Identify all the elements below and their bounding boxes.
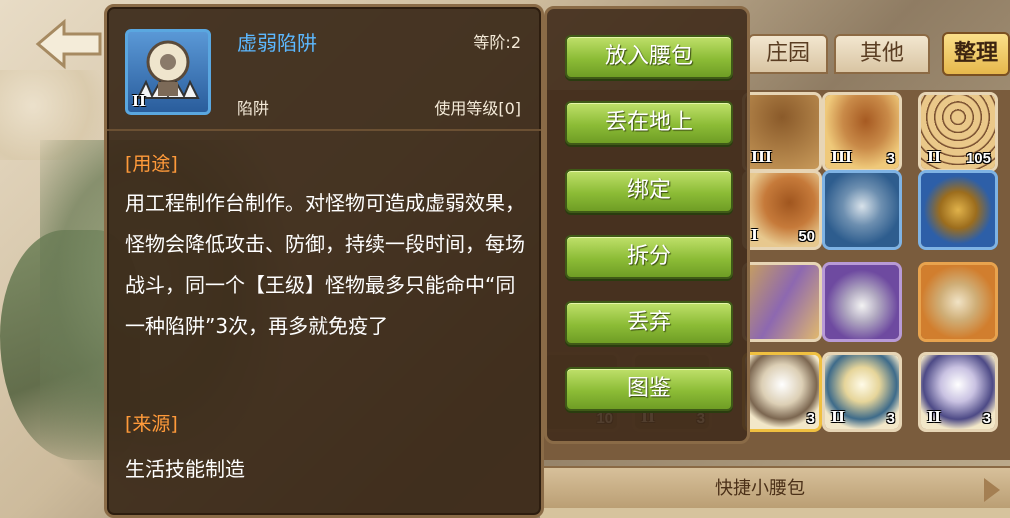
tab-other[interactable]: 其他: [834, 34, 930, 74]
usage-title: [用途]: [125, 153, 178, 175]
action-menu: 放入腰包 丢在地上 绑定 拆分 丢弃 图鉴: [544, 6, 750, 444]
tier-label: II: [132, 92, 147, 110]
item-use-level: 使用等级[0]: [434, 99, 521, 118]
quick-pack-bar[interactable]: 快捷小腰包: [540, 466, 1010, 510]
tier-label: I: [751, 226, 759, 244]
codex-button[interactable]: 图鉴: [565, 367, 733, 411]
drop-ground-button[interactable]: 丢在地上: [565, 101, 733, 145]
back-button[interactable]: [34, 18, 104, 70]
tier-label: II: [927, 408, 942, 426]
inventory-slot-wire-frame[interactable]: II 105: [918, 92, 998, 172]
count-label: 3: [806, 410, 815, 427]
inventory-slot-statue[interactable]: [822, 262, 902, 342]
feather-icon: [745, 265, 819, 339]
tier-label: II: [831, 408, 846, 426]
scroll-icon: [921, 265, 995, 339]
beast-icon: [825, 173, 899, 247]
source-title: [来源]: [125, 413, 178, 435]
chevron-right-icon[interactable]: [984, 478, 1000, 502]
inventory-slot-selected[interactable]: 3: [742, 352, 822, 432]
bottom-strip: [540, 508, 1010, 518]
inventory-slot-beast[interactable]: [822, 170, 902, 250]
discard-button[interactable]: 丢弃: [565, 301, 733, 345]
quick-pack-label: 快捷小腰包: [715, 478, 805, 499]
tier-label: III: [831, 148, 853, 166]
item-grade: 等阶:2: [473, 33, 521, 52]
item-name: 虚弱陷阱: [237, 31, 317, 55]
item-type: 陷阱: [237, 99, 270, 118]
back-arrow-icon: [35, 18, 102, 70]
tooltip-header: II 虚弱陷阱 等阶:2 陷阱 使用等级[0]: [107, 7, 541, 131]
usage-description: 用工程制作台制作。对怪物可造成虚弱效果，怪物会降低攻击、防御，持续一段时间，每场…: [125, 191, 525, 338]
inventory-slot[interactable]: [742, 262, 822, 342]
inventory-slot-trap-gold[interactable]: II 3: [822, 352, 902, 432]
inventory-slot[interactable]: III: [742, 92, 822, 172]
count-label: 3: [982, 410, 991, 427]
tier-label: III: [751, 148, 773, 166]
inventory-slot[interactable]: I 50: [742, 170, 822, 250]
statue-icon: [825, 265, 899, 339]
item-tooltip: II 虚弱陷阱 等阶:2 陷阱 使用等级[0] [用途] 用工程制作台制作。对怪…: [104, 4, 544, 518]
sort-button[interactable]: 整理: [942, 32, 1010, 76]
split-button[interactable]: 拆分: [565, 235, 733, 279]
tab-manor[interactable]: 庄园: [748, 34, 828, 74]
tier-label: II: [927, 148, 942, 166]
put-in-pack-button[interactable]: 放入腰包: [565, 35, 733, 79]
crab-icon: [921, 173, 995, 247]
item-icon: II: [125, 29, 211, 115]
inventory-slot-crab[interactable]: [918, 170, 998, 250]
count-label: 3: [886, 150, 895, 167]
inventory-slot-scroll[interactable]: [918, 262, 998, 342]
count-label: 3: [886, 410, 895, 427]
count-label: 105: [965, 150, 991, 167]
bind-button[interactable]: 绑定: [565, 169, 733, 213]
count-label: 50: [798, 228, 815, 245]
source-description: 生活技能制造: [125, 457, 245, 481]
inventory-slot-leather[interactable]: III 3: [822, 92, 902, 172]
inventory-slot-trap-purple[interactable]: II 3: [918, 352, 998, 432]
